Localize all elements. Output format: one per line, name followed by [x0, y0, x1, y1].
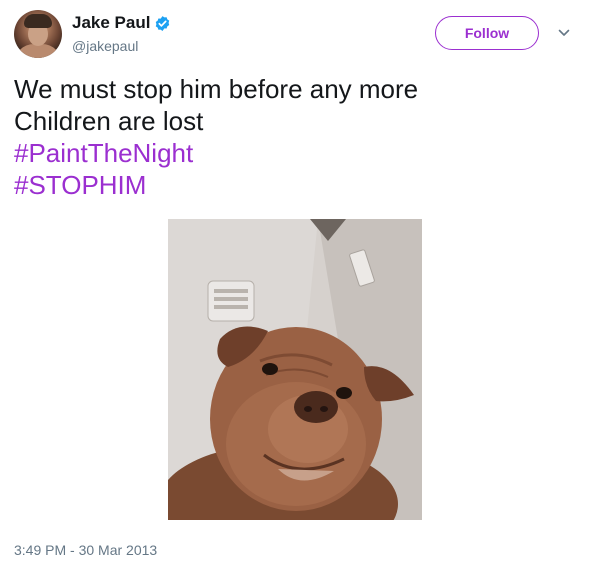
- hashtag-link[interactable]: #PaintTheNight: [14, 137, 574, 169]
- tweet-text-line: We must stop him before any more: [14, 74, 419, 104]
- tweet-text: We must stop him before any more Childre…: [14, 73, 574, 201]
- verified-badge-icon: [156, 15, 170, 31]
- user-handle[interactable]: @jakepaul: [72, 36, 171, 56]
- avatar[interactable]: [14, 10, 62, 58]
- dog-photo-illustration: [168, 219, 422, 520]
- display-name[interactable]: Jake Paul: [72, 12, 150, 34]
- avatar-shoulders: [14, 44, 62, 58]
- tweet-timestamp[interactable]: 3:49 PM - 30 Mar 2013: [14, 541, 157, 559]
- display-name-row[interactable]: Jake Paul: [72, 12, 171, 34]
- user-name-block[interactable]: Jake Paul @jakepaul: [72, 12, 171, 56]
- avatar-hair: [24, 14, 52, 28]
- tweet-header: Jake Paul @jakepaul Follow: [14, 10, 577, 60]
- hashtag-link[interactable]: #STOPHIM: [14, 169, 574, 201]
- follow-button[interactable]: Follow: [435, 16, 539, 50]
- tweet-card: Jake Paul @jakepaul Follow We must stop …: [0, 0, 591, 572]
- chevron-down-icon[interactable]: [557, 26, 571, 40]
- tweet-photo[interactable]: [168, 219, 422, 520]
- tweet-text-line: Children are lost: [14, 106, 204, 136]
